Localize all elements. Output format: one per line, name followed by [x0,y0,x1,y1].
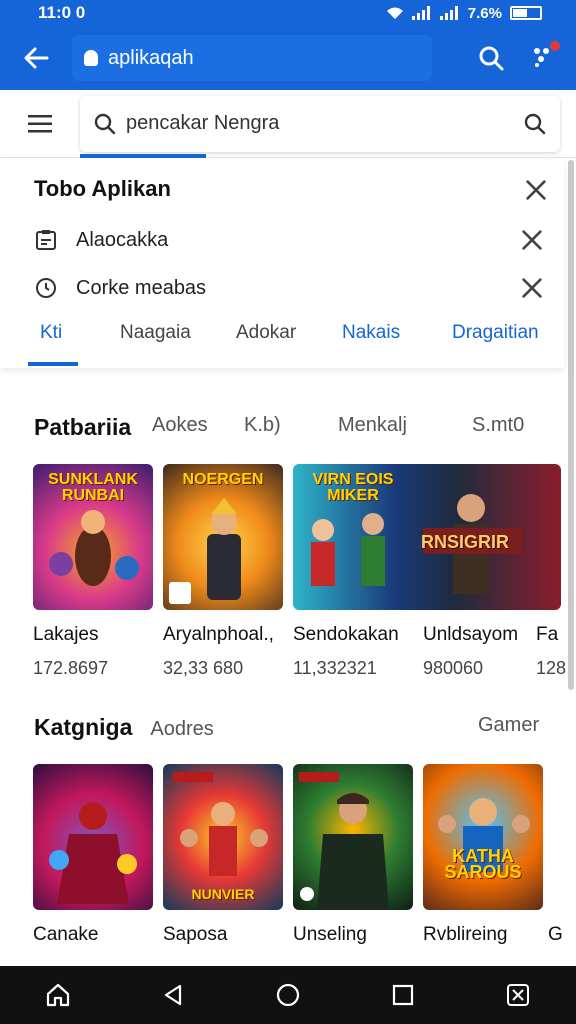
section-header: Katgniga Aodres Gamer [34,714,574,754]
app-card-partial[interactable]: Fa 128 [536,464,576,679]
back-button[interactable] [0,26,72,90]
tab-kti[interactable]: Kti [40,322,62,344]
search-icon[interactable] [478,45,504,71]
app-name: Lakajes [33,624,99,645]
signal-icon-2 [439,6,458,20]
top-actions [478,38,576,72]
section-title: Katgniga [34,714,133,740]
app-thumbnail: SUNKLANK RUNBAI [33,464,153,610]
filter-chip[interactable]: Aokes [152,414,208,437]
remove-suggestion-icon[interactable] [520,276,544,300]
section-header: Patbariia Aokes K.b) Menkalj S.mt0 [34,414,574,454]
filter-chip[interactable]: Menkalj [338,414,407,437]
clipboard-icon [34,228,58,252]
back-triangle-icon [164,984,181,1006]
app-downloads: 172.8697 [33,658,109,678]
url-text: aplikaqah [108,46,194,69]
app-card[interactable]: NUNVIER Saposa [163,764,283,946]
thumbnail-art-text: RNSIGRIR [421,532,510,552]
category-tabs: Kti Naagaia Adokar Nakais Dragaitian [0,312,564,368]
app-downloads: 980060 [423,658,484,678]
app-name: Rvblireing [423,924,508,945]
app-card[interactable]: VIRN EOIS MIKER RNSIGRIR Sendokakan 11,3… [293,464,561,679]
home-nav-button[interactable] [28,966,88,1024]
app-thumbnail: VIRN EOIS MIKER RNSIGRIR [293,464,561,610]
notification-badge [548,38,562,53]
app-card[interactable]: SUNKLANK RUNBAI Lakajes 172.8697 [33,464,153,679]
system-nav-bar [0,966,576,1024]
app-thumbnail [293,764,413,910]
section-link[interactable]: Gamer [478,714,539,737]
search-input[interactable] [126,112,514,135]
wifi-icon [386,7,403,19]
search-icon [94,113,116,134]
signal-icon [411,6,430,20]
menu-icon [28,114,52,132]
app-downloads: 32,33 680 [163,658,244,678]
app-card-partial[interactable]: G [548,764,576,946]
status-bar: 11:0 0 7.6% [0,0,576,26]
top-app-bar: aplikaqah [0,26,576,90]
suggestions-title: Tobo Aplikan [34,176,171,201]
filter-chip[interactable]: S.mt0 [472,414,524,437]
active-tab-indicator [28,362,78,366]
app-thumbnail: KATHA SAROUS [423,764,543,910]
app-downloads: 128 [536,658,567,678]
app-downloads: 11,332321 [293,658,377,678]
app-card[interactable]: Unseling [293,764,413,946]
lock-icon [84,50,98,66]
filter-chip[interactable]: K.b) [244,414,281,437]
recents-nav-button[interactable] [373,966,433,1024]
app-name: Fa [536,624,559,645]
suggestion-item[interactable]: Alaocakka [34,220,554,260]
app-name: Saposa [163,924,228,945]
search-focus-underline [80,153,206,158]
back-nav-button[interactable] [143,966,203,1024]
thumbnail-art-text: NUNVIER [191,886,255,902]
section-title: Patbariia [34,414,132,440]
app-meta-row: Sendokakan 11,332321 Unldsayom 980060 [293,610,561,679]
app-thumbnail [33,764,153,910]
tab-naagaia[interactable]: Naagaia [120,322,191,344]
battery-icon [510,6,542,20]
hamburger-menu-button[interactable] [0,90,80,158]
remove-suggestion-icon[interactable] [520,228,544,252]
screenshot-nav-button[interactable] [488,966,548,1024]
recents-square-icon [393,984,414,1006]
search-box[interactable] [80,96,560,158]
app-name: G [548,924,563,945]
battery-percent: 7.6% [467,4,502,22]
search-row [0,90,576,158]
tab-nakais[interactable]: Nakais [342,322,400,344]
app-card[interactable]: KATHA SAROUS Rvblireing [423,764,543,946]
search-submit-icon[interactable] [524,113,546,135]
app-name: Unldsayom [423,624,519,645]
screenshot-icon [507,984,530,1006]
notifications-button[interactable] [532,38,562,72]
app-card[interactable]: NOERGEN Aryalnphoal., 32,33 680 [163,464,283,679]
app-name: Aryalnphoal., [163,624,274,645]
app-name: Sendokakan [293,624,399,645]
home-circle-button[interactable] [258,966,318,1024]
status-icons: 7.6% [386,5,542,22]
tab-dragaitian[interactable]: Dragaitian [452,322,539,344]
thumbnail-art-text: KATHA SAROUS [444,846,522,882]
tab-adokar[interactable]: Adokar [236,322,296,344]
circle-home-icon [276,983,300,1007]
suggestion-label: Alaocakka [76,228,169,251]
suggestion-label: Corke meabas [76,276,207,299]
app-name: Unseling [293,924,367,945]
url-bar[interactable]: aplikaqah [72,35,432,81]
app-thumbnail: NUNVIER [163,764,283,910]
app-name: Canake [33,924,99,945]
app-thumbnail: NOERGEN [163,464,283,610]
history-icon [34,276,58,300]
suggestion-item[interactable]: Corke meabas [34,268,554,308]
status-time: 11:0 0 [38,3,86,22]
close-suggestions-icon[interactable] [524,178,548,202]
app-card[interactable]: Canake [33,764,153,946]
home-icon [46,983,69,1007]
back-arrow-icon [24,47,49,69]
filter-chip[interactable]: Aodres [150,718,213,741]
